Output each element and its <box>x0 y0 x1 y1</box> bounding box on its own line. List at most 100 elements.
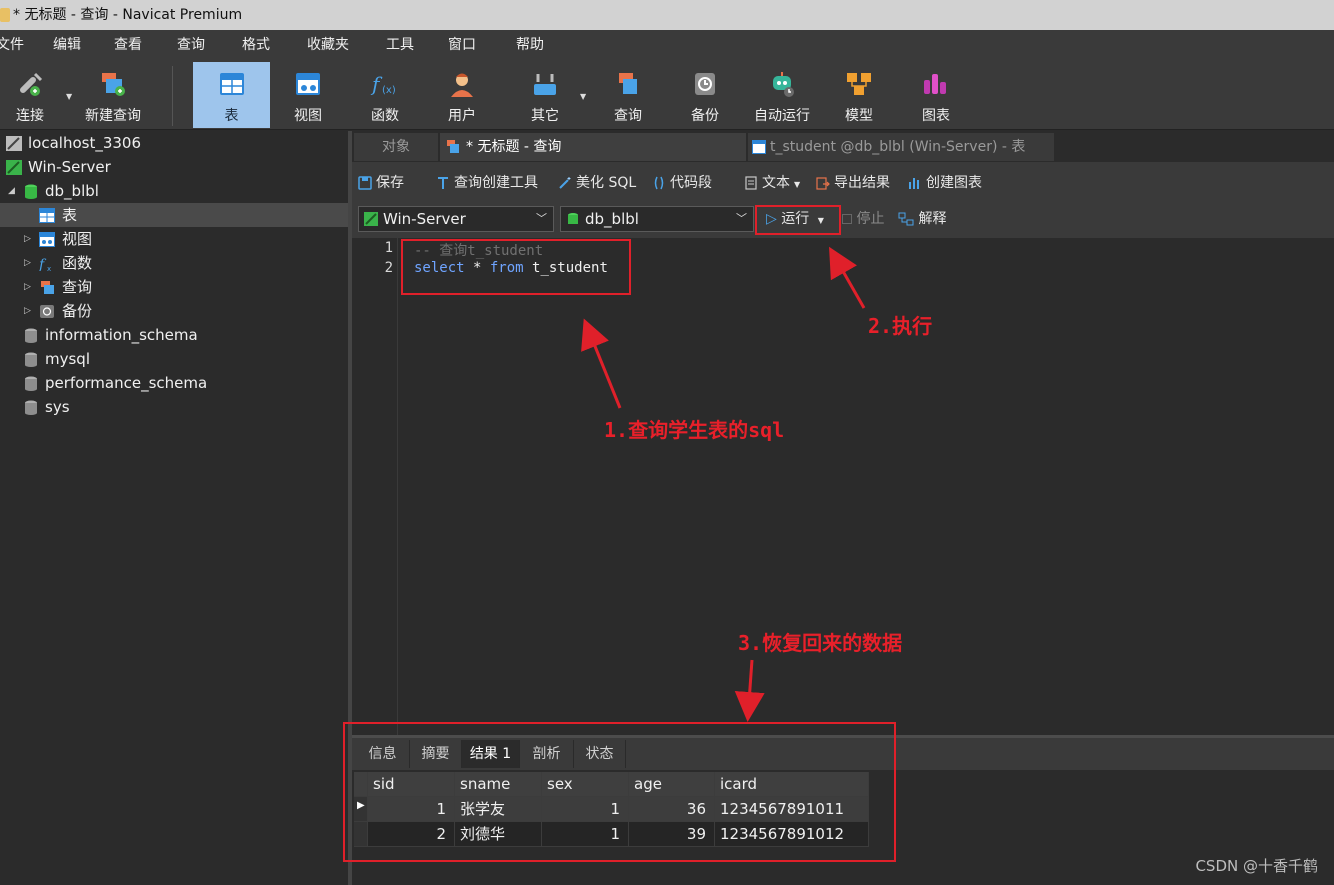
export-results-button[interactable]: 导出结果 <box>816 172 890 194</box>
document-icon <box>745 176 757 190</box>
tree-backups-node[interactable]: ▷ 备份 <box>0 299 348 323</box>
query-icon <box>619 73 637 94</box>
tree-queries-node[interactable]: ▷ 查询 <box>0 275 348 299</box>
tree-views-node[interactable]: ▷ 视图 <box>0 227 348 251</box>
create-chart-button[interactable]: 创建图表 <box>908 172 982 194</box>
menu-help[interactable]: 帮助 <box>516 30 544 60</box>
tab-objects[interactable]: 对象 <box>354 133 438 161</box>
chevron-down-icon: ﹀ <box>536 212 547 225</box>
menu-format[interactable]: 格式 <box>242 30 270 60</box>
brackets-icon <box>654 176 664 190</box>
tab-t-student-table[interactable]: t_student @db_blbl (Win-Server) - 表 <box>748 133 1054 161</box>
tree-connection-win-server[interactable]: Win-Server <box>0 155 348 179</box>
document-tabs: 对象 * 无标题 - 查询 t_student @db_blbl (Win-Se… <box>352 131 1334 161</box>
query-toolbar: 保存 查询创建工具 美化 SQL 代码段 文本 ▼ 导出结果 创建图表 <box>352 162 1334 202</box>
table-button[interactable]: 表 <box>193 62 270 128</box>
menu-tools[interactable]: 工具 <box>386 30 414 60</box>
model-icon <box>847 73 871 95</box>
view-button[interactable]: 视图 <box>270 62 346 128</box>
save-button[interactable]: 保存 <box>358 172 404 194</box>
connection-active-icon <box>364 212 378 226</box>
menu-edit[interactable]: 编辑 <box>53 30 81 60</box>
automation-button[interactable]: 自动运行 <box>746 62 818 128</box>
new-query-button[interactable]: 新建查询 <box>78 62 148 128</box>
collapsed-arrow-icon[interactable]: ▷ <box>24 251 31 275</box>
export-icon <box>816 177 830 190</box>
chevron-down-icon: ﹀ <box>736 212 747 225</box>
new-query-icon <box>102 73 125 96</box>
connection-select[interactable]: Win-Server ﹀ <box>358 206 554 232</box>
sql-editor[interactable]: 1 2 -- 查询t_student select * from t_stude… <box>352 238 1334 735</box>
annotation-step-1: 1.查询学生表的sql <box>604 418 785 442</box>
table-tab-icon <box>752 140 766 154</box>
svg-text:x: x <box>47 265 51 271</box>
expanded-arrow-icon[interactable]: ◢ <box>8 179 15 203</box>
tree-connection-localhost[interactable]: localhost_3306 <box>0 131 348 155</box>
menu-file[interactable]: 文件 <box>0 30 24 60</box>
backup-icon <box>40 305 54 318</box>
other-button[interactable]: 其它 <box>508 62 582 128</box>
backup-icon <box>695 73 715 95</box>
query-tab-icon <box>447 140 459 153</box>
annotation-step-2: 2.执行 <box>868 314 933 338</box>
user-button[interactable]: 用户 <box>424 62 500 128</box>
toolbar-separator <box>172 66 173 126</box>
navicat-app-icon <box>0 8 10 22</box>
database-select[interactable]: db_blbl ﹀ <box>560 206 754 232</box>
query-builder-button[interactable]: 查询创建工具 <box>436 172 538 194</box>
text-dropdown-icon[interactable]: ▼ <box>794 180 800 189</box>
connection-active-icon <box>6 160 22 175</box>
stop-button[interactable]: 停止 <box>842 206 884 232</box>
title-bar: * 无标题 - 查询 - Navicat Premium <box>0 0 1334 30</box>
tree-database-sys[interactable]: sys <box>0 395 348 419</box>
code-snippet-button[interactable]: 代码段 <box>652 172 712 194</box>
tree-database-mysql[interactable]: mysql <box>0 347 348 371</box>
watermark: CSDN @十香千鹤 <box>1195 857 1318 875</box>
beautify-sql-button[interactable]: 美化 SQL <box>558 172 636 194</box>
collapsed-arrow-icon[interactable]: ▷ <box>24 227 31 251</box>
tree-database-db-blbl[interactable]: ◢ db_blbl <box>0 179 348 203</box>
database-icon <box>25 328 37 343</box>
collapsed-arrow-icon[interactable]: ▷ <box>24 275 31 299</box>
annotation-step-3: 3.恢复回来的数据 <box>738 631 903 655</box>
menu-favorites[interactable]: 收藏夹 <box>307 30 349 60</box>
tree-functions-node[interactable]: ▷ fx 函数 <box>0 251 348 275</box>
backup-button[interactable]: 备份 <box>668 62 742 128</box>
plug-icon <box>20 72 43 96</box>
user-icon <box>451 73 473 97</box>
connect-button[interactable]: 连接 <box>0 62 60 128</box>
model-button[interactable]: 模型 <box>822 62 896 128</box>
explain-button[interactable]: 解释 <box>898 206 946 232</box>
connection-icon <box>6 136 22 151</box>
tab-untitled-query[interactable]: * 无标题 - 查询 <box>440 133 746 161</box>
query-icon <box>41 281 54 294</box>
svg-text:f: f <box>39 257 47 271</box>
tools-icon <box>534 74 556 95</box>
window-title: * 无标题 - 查询 - Navicat Premium <box>13 7 243 23</box>
text-mode-button[interactable]: 文本 ▼ <box>744 172 800 194</box>
database-icon <box>25 376 37 391</box>
magic-wand-icon <box>559 177 571 189</box>
save-icon <box>358 176 372 190</box>
view-icon <box>39 232 55 247</box>
chart-button[interactable]: 图表 <box>900 62 972 128</box>
menu-query[interactable]: 查询 <box>177 30 205 60</box>
menu-window[interactable]: 窗口 <box>448 30 476 60</box>
tree-database-performance-schema[interactable]: performance_schema <box>0 371 348 395</box>
function-icon: fx <box>39 257 51 271</box>
function-button[interactable]: f (x) 函数 <box>346 62 424 128</box>
database-open-icon <box>25 184 37 199</box>
view-icon <box>296 73 320 95</box>
query-button[interactable]: 查询 <box>592 62 664 128</box>
menu-view[interactable]: 查看 <box>114 30 142 60</box>
stop-icon <box>842 214 852 224</box>
collapsed-arrow-icon[interactable]: ▷ <box>24 299 31 323</box>
explain-icon <box>898 212 914 226</box>
chart-icon <box>909 178 919 189</box>
connect-dropdown-icon[interactable]: ▼ <box>66 92 72 101</box>
other-dropdown-icon[interactable]: ▼ <box>580 92 586 101</box>
database-open-icon <box>568 213 578 224</box>
tree-tables-node[interactable]: 表 <box>0 203 348 227</box>
annotation-box-run <box>755 205 841 235</box>
tree-database-information-schema[interactable]: information_schema <box>0 323 348 347</box>
